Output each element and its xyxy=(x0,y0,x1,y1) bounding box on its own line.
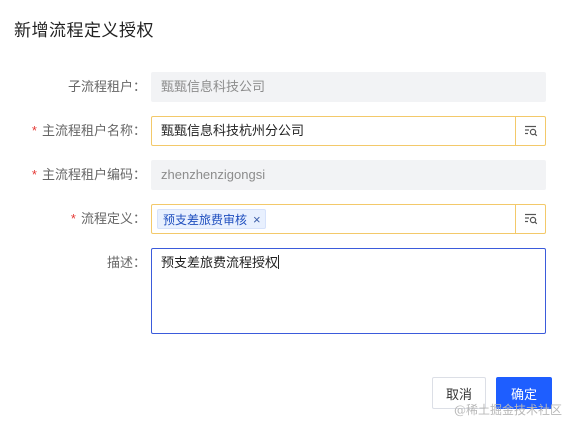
main-tenant-code-value: zhenzhenzigongsi xyxy=(161,167,266,182)
sub-tenant-value: 甄甄信息科技公司 xyxy=(161,79,266,94)
description-textarea[interactable]: 预支差旅费流程授权 xyxy=(151,248,546,334)
process-def-tag: 预支差旅费审核 × xyxy=(157,209,266,229)
process-def-lookup-button[interactable] xyxy=(515,205,545,233)
process-def-tag-area: 预支差旅费审核 × xyxy=(152,205,515,233)
main-tenant-name-field[interactable]: 甄甄信息科技杭州分公司 xyxy=(151,116,546,146)
process-def-tag-label: 预支差旅费审核 xyxy=(163,212,248,227)
main-tenant-name-value: 甄甄信息科技杭州分公司 xyxy=(161,123,305,138)
main-tenant-name-label: * 主流程租户名称： xyxy=(31,123,146,138)
watermark: @稀土掘金技术社区 xyxy=(453,403,562,417)
close-icon[interactable]: × xyxy=(253,213,261,226)
main-tenant-code-field: zhenzhenzigongsi xyxy=(151,160,546,190)
search-list-icon xyxy=(524,125,537,137)
dialog-title: 新增流程定义授权 xyxy=(14,21,154,40)
main-tenant-code-label: * 主流程租户编码： xyxy=(31,167,146,182)
description-label: 描述： xyxy=(106,255,146,270)
sub-tenant-field: 甄甄信息科技公司 xyxy=(151,72,546,102)
required-mark: * xyxy=(31,167,37,182)
search-list-icon xyxy=(524,213,537,225)
required-mark: * xyxy=(31,123,37,138)
process-def-label: * 流程定义： xyxy=(70,211,146,226)
sub-tenant-label: 子流程租户： xyxy=(67,79,146,94)
main-tenant-lookup-button[interactable] xyxy=(515,117,545,145)
text-caret xyxy=(278,255,280,269)
description-value: 预支差旅费流程授权 xyxy=(161,255,279,270)
required-mark: * xyxy=(70,211,76,226)
process-def-field[interactable]: 预支差旅费审核 × xyxy=(151,204,546,234)
